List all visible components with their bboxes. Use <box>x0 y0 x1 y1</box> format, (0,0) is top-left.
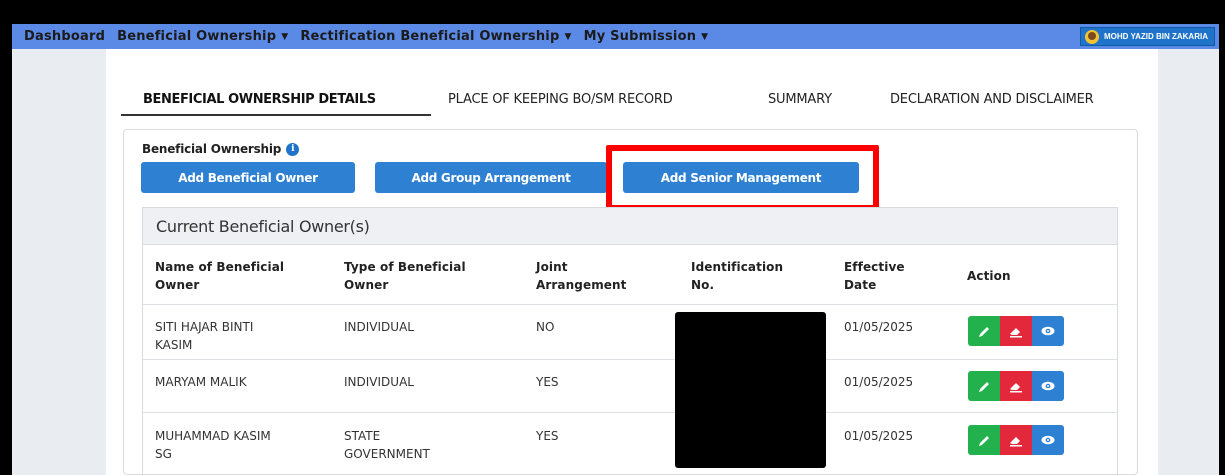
tab-declaration[interactable]: DECLARATION AND DISCLAIMER <box>890 92 1094 107</box>
user-name: MOHD YAZID BIN ZAKARIA <box>1103 32 1208 41</box>
column-header-identification: Identification No. <box>691 260 784 292</box>
cell-date: 01/05/2025 <box>844 375 914 389</box>
column-header-joint: Joint Arrangement <box>536 260 627 292</box>
row-divider <box>143 412 1117 413</box>
add-beneficial-owner-button[interactable]: Add Beneficial Owner <box>141 162 355 193</box>
screen-frame-left <box>0 0 12 475</box>
info-icon[interactable]: i <box>286 142 300 156</box>
row-divider <box>143 304 1117 305</box>
cell-type: STATE GOVERNMENT <box>344 429 430 461</box>
chevron-down-icon: ▼ <box>701 31 709 42</box>
active-tab-indicator <box>121 114 431 116</box>
cell-type: INDIVIDUAL <box>344 320 414 334</box>
table-row: MARYAM MALIK <box>155 375 247 389</box>
nav-beneficial-ownership[interactable]: Beneficial Ownership ▼ <box>111 29 294 44</box>
column-header-action: Action <box>967 269 1011 283</box>
column-header-date: Effective Date <box>844 260 905 292</box>
eraser-icon <box>1010 436 1022 446</box>
add-group-arrangement-button[interactable]: Add Group Arrangement <box>375 162 607 193</box>
panel-title: Current Beneficial Owner(s) <box>143 208 1117 245</box>
section-title: Beneficial Ownership i <box>142 142 300 156</box>
delete-button[interactable] <box>1000 316 1032 346</box>
right-gutter <box>1158 49 1219 475</box>
column-header-name: Name of Beneficial Owner <box>155 260 285 292</box>
cell-type: INDIVIDUAL <box>344 375 414 389</box>
pencil-icon <box>978 435 989 446</box>
nav-my-submission[interactable]: My Submission ▼ <box>578 29 715 44</box>
avatar <box>1084 29 1099 44</box>
screen-frame-top <box>0 0 1225 24</box>
eye-icon <box>1041 435 1055 445</box>
eraser-icon <box>1010 327 1022 337</box>
table-row: MUHAMMAD KASIM SG <box>155 429 271 461</box>
tab-summary[interactable]: SUMMARY <box>768 92 832 107</box>
top-navbar: Dashboard Beneficial Ownership ▼ Rectific… <box>12 24 1219 49</box>
cell-joint: YES <box>536 375 559 389</box>
view-button[interactable] <box>1032 371 1064 401</box>
edit-button[interactable] <box>968 425 1000 455</box>
chevron-down-icon: ▼ <box>564 31 572 42</box>
delete-button[interactable] <box>1000 425 1032 455</box>
chevron-down-icon: ▼ <box>281 31 289 42</box>
redacted-identification <box>675 312 826 468</box>
table-row: SITI HAJAR BINTI KASIM <box>155 320 254 352</box>
nav-rectification[interactable]: Rectification Beneficial Ownership ▼ <box>294 29 577 44</box>
cell-date: 01/05/2025 <box>844 429 914 443</box>
view-button[interactable] <box>1032 316 1064 346</box>
row-divider <box>143 359 1117 360</box>
screen-frame-right <box>1219 0 1225 475</box>
cell-joint: NO <box>536 320 555 334</box>
cell-date: 01/05/2025 <box>844 320 914 334</box>
tab-beneficial-ownership-details[interactable]: BENEFICIAL OWNERSHIP DETAILS <box>143 92 376 107</box>
column-header-type: Type of Beneficial Owner <box>344 260 466 292</box>
tab-place-of-keeping[interactable]: PLACE OF KEEPING BO/SM RECORD <box>448 92 673 107</box>
left-gutter <box>12 49 106 475</box>
delete-button[interactable] <box>1000 371 1032 401</box>
pencil-icon <box>978 381 989 392</box>
pencil-icon <box>978 326 989 337</box>
edit-button[interactable] <box>968 371 1000 401</box>
eye-icon <box>1041 381 1055 391</box>
cell-joint: YES <box>536 429 559 443</box>
user-menu-button[interactable]: MOHD YAZID BIN ZAKARIA <box>1079 27 1215 46</box>
edit-button[interactable] <box>968 316 1000 346</box>
eraser-icon <box>1010 382 1022 392</box>
highlight-box <box>606 145 879 211</box>
eye-icon <box>1041 326 1055 336</box>
view-button[interactable] <box>1032 425 1064 455</box>
nav-dashboard[interactable]: Dashboard <box>18 29 111 44</box>
